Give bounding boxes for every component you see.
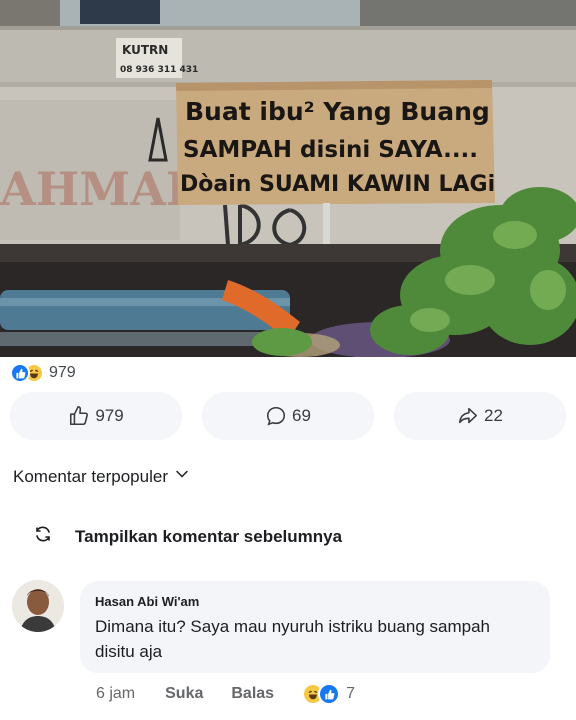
reaction-summary[interactable]: 979 [10,362,76,384]
like-reaction-icon [318,683,341,705]
thumbs-up-icon [68,405,90,427]
post-photo[interactable]: AHMAD KUTRN 08 936 311 431 Buat ibu² Yan… [0,0,576,357]
like-reaction-icon [10,363,30,383]
share-count: 22 [484,406,503,425]
like-button[interactable]: 979 [10,392,182,440]
refresh-icon [33,524,53,549]
comment-icon [265,405,287,427]
comment-bubble: Hasan Abi Wi'am Dimana itu? Saya mau nyu… [80,581,550,673]
comment-sort-dropdown[interactable]: Komentar terpopuler [13,466,190,487]
chevron-down-icon [174,466,190,487]
comment-button[interactable]: 69 [202,392,374,440]
show-previous-comments-label: Tampilkan komentar sebelumnya [75,526,343,546]
sign-line1: Buat ibu² Yang Buang [185,97,490,126]
comment-text: Dimana itu? Saya mau nyuruh istriku buan… [95,617,490,661]
comment-like-button[interactable]: Suka [165,685,203,703]
comment-meta: 6 jam Suka Balas 7 [96,683,355,705]
graffiti-text: AHMAD [0,162,206,216]
reaction-count: 979 [49,364,76,381]
comment-reaction-count: 7 [346,685,355,702]
sticker-line2: 08 936 311 431 [120,65,198,75]
show-previous-comments-button[interactable]: Tampilkan komentar sebelumnya [33,524,342,549]
photo-scene: AHMAD KUTRN 08 936 311 431 Buat ibu² Yan… [0,0,576,357]
comment-reply-button[interactable]: Balas [231,685,274,703]
comment-time[interactable]: 6 jam [96,685,135,703]
comment-author[interactable]: Hasan Abi Wi'am [95,594,534,609]
share-button[interactable]: 22 [394,392,566,440]
sticker-line1: KUTRN [122,43,168,57]
sign-line2: SAMPAH disini SAYA.... [183,137,478,163]
like-count: 979 [95,406,124,425]
comment-reactions[interactable] [302,683,341,705]
sort-label: Komentar terpopuler [13,466,168,486]
avatar[interactable] [12,580,64,632]
share-icon [457,405,479,427]
comment-count: 69 [292,406,311,425]
sign-line3: Dòain SUAMI KAWIN LAGi [180,172,495,197]
post-actions: 979 69 22 [10,392,566,440]
